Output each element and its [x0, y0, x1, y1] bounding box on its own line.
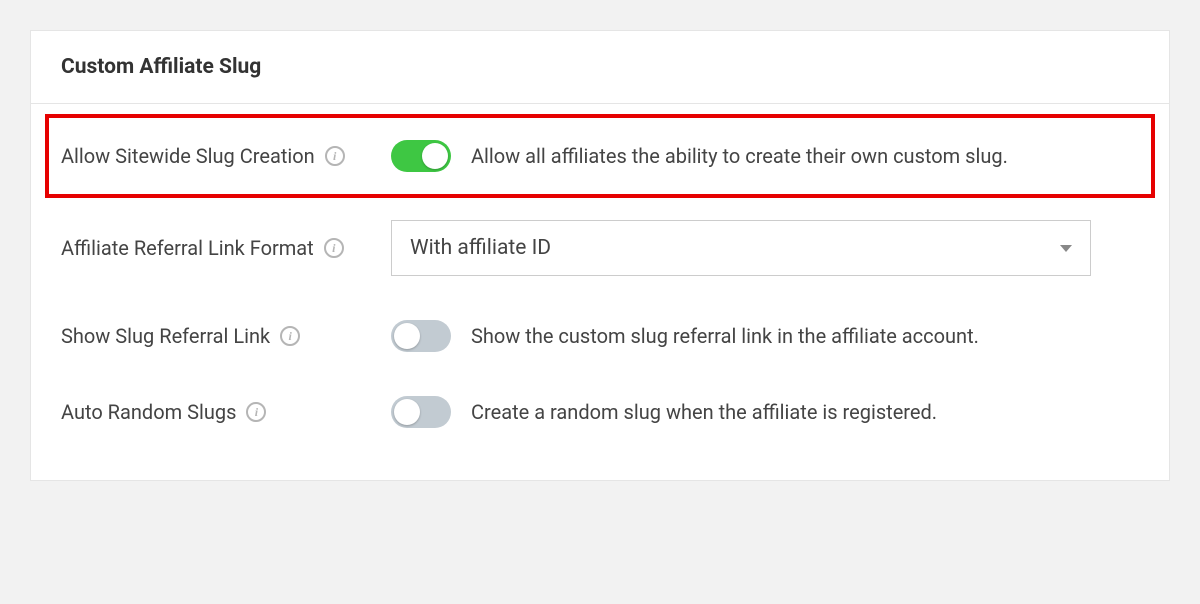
allow-sitewide-description: Allow all affiliates the ability to crea…: [471, 144, 1008, 168]
auto-random-label: Auto Random Slugs: [61, 400, 236, 424]
link-format-select-wrap: With affiliate ID: [391, 220, 1091, 276]
allow-sitewide-toggle[interactable]: [391, 140, 451, 172]
custom-affiliate-slug-panel: Custom Affiliate Slug Allow Sitewide Slu…: [30, 30, 1170, 481]
control-col: [391, 320, 451, 352]
panel-body: Allow Sitewide Slug Creation i Allow all…: [31, 104, 1169, 480]
toggle-knob: [422, 143, 448, 169]
info-icon[interactable]: i: [246, 402, 266, 422]
allow-sitewide-label: Allow Sitewide Slug Creation: [61, 144, 315, 168]
label-col: Auto Random Slugs i: [61, 400, 391, 424]
link-format-select[interactable]: With affiliate ID: [391, 220, 1091, 276]
auto-random-toggle[interactable]: [391, 396, 451, 428]
show-slug-description: Show the custom slug referral link in th…: [471, 324, 979, 348]
row-link-format: Affiliate Referral Link Format i With af…: [61, 198, 1139, 298]
info-icon[interactable]: i: [280, 326, 300, 346]
chevron-down-icon: [1060, 245, 1072, 252]
row-show-slug-link: Show Slug Referral Link i Show the custo…: [61, 298, 1139, 374]
info-icon[interactable]: i: [325, 146, 345, 166]
row-auto-random-slugs: Auto Random Slugs i Create a random slug…: [61, 374, 1139, 450]
row-allow-sitewide-slug: Allow Sitewide Slug Creation i Allow all…: [45, 114, 1155, 198]
show-slug-toggle[interactable]: [391, 320, 451, 352]
toggle-knob: [394, 323, 420, 349]
auto-random-description: Create a random slug when the affiliate …: [471, 400, 937, 424]
link-format-selected-value: With affiliate ID: [410, 236, 551, 260]
label-col: Allow Sitewide Slug Creation i: [61, 144, 391, 168]
link-format-label: Affiliate Referral Link Format: [61, 236, 314, 260]
control-col: [391, 140, 451, 172]
label-col: Show Slug Referral Link i: [61, 324, 391, 348]
panel-title: Custom Affiliate Slug: [61, 55, 1139, 79]
panel-header: Custom Affiliate Slug: [31, 31, 1169, 104]
control-col: [391, 396, 451, 428]
info-icon[interactable]: i: [324, 238, 344, 258]
label-col: Affiliate Referral Link Format i: [61, 236, 391, 260]
show-slug-label: Show Slug Referral Link: [61, 324, 270, 348]
toggle-knob: [394, 399, 420, 425]
